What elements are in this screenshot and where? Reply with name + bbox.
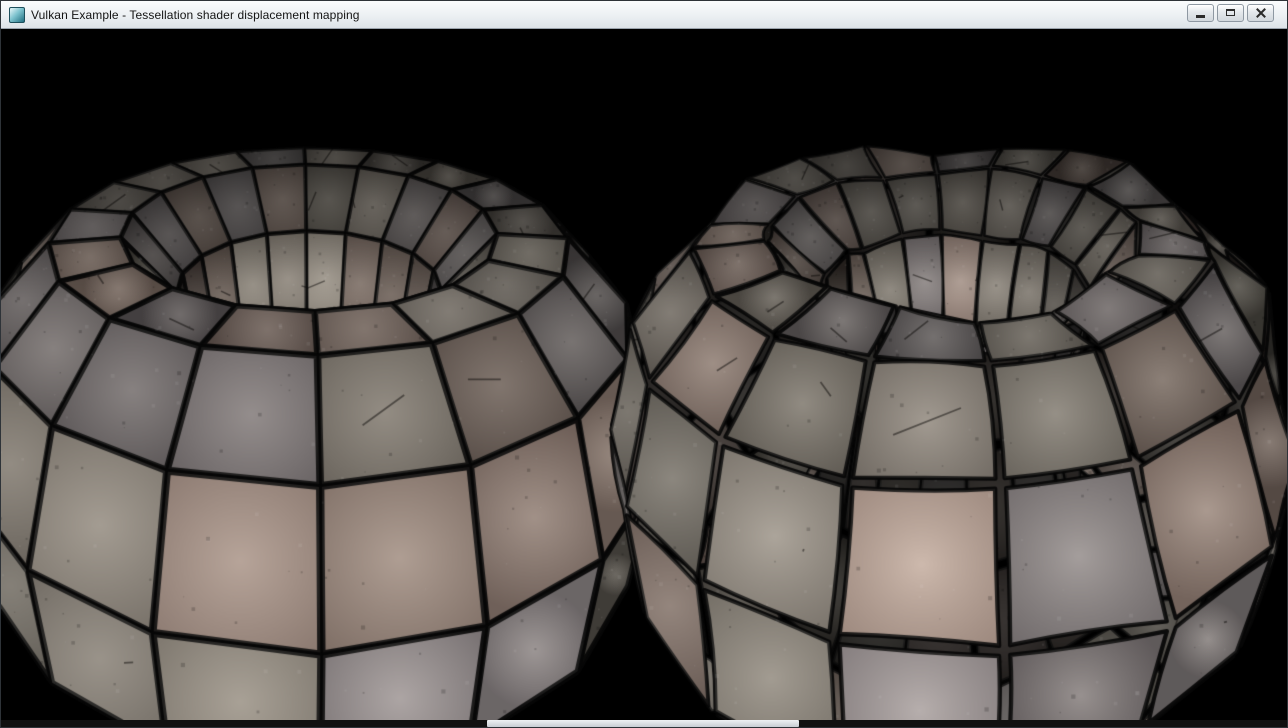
window-title: Vulkan Example - Tessellation shader dis…	[31, 7, 360, 22]
minimize-icon	[1196, 15, 1205, 18]
window-controls	[1187, 4, 1274, 22]
app-window: Vulkan Example - Tessellation shader dis…	[0, 0, 1288, 728]
minimize-button[interactable]	[1187, 4, 1214, 22]
bottom-frame-highlight	[487, 720, 799, 727]
render-viewport[interactable]	[1, 29, 1287, 720]
vulkan-render-canvas[interactable]	[1, 29, 1287, 720]
close-button[interactable]	[1247, 4, 1274, 22]
window-titlebar[interactable]: Vulkan Example - Tessellation shader dis…	[1, 1, 1287, 29]
maximize-icon	[1226, 9, 1235, 16]
close-icon	[1255, 7, 1266, 18]
window-bottom-frame	[1, 720, 1287, 727]
maximize-button[interactable]	[1217, 4, 1244, 22]
vulkan-example-app-icon	[9, 7, 25, 23]
